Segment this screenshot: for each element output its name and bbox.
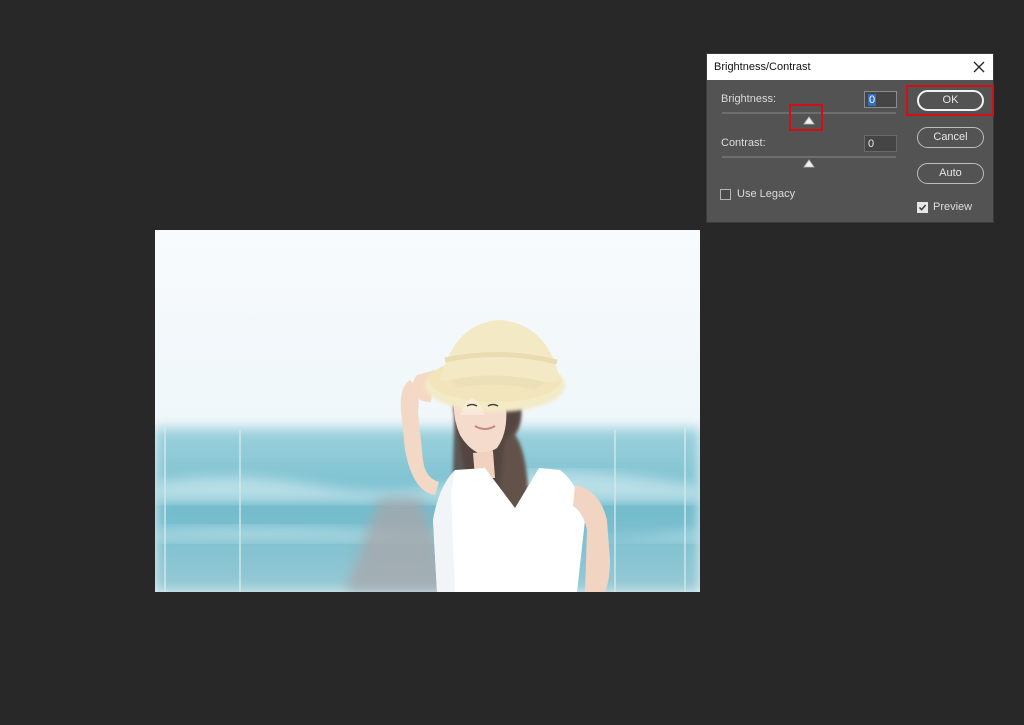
brightness-input[interactable]: 0	[864, 91, 897, 108]
ok-button[interactable]: OK	[917, 90, 984, 111]
brightness-contrast-dialog: Brightness/Contrast Brightness: 0 Contra…	[706, 53, 994, 223]
preview-label: Preview	[933, 201, 973, 213]
use-legacy-label: Use Legacy	[737, 188, 796, 200]
use-legacy-checkbox[interactable]	[720, 189, 731, 200]
photo-image	[155, 230, 700, 592]
contrast-slider-thumb[interactable]	[803, 159, 815, 168]
checkmark-icon	[918, 204, 927, 211]
dialog-title: Brightness/Contrast	[714, 61, 811, 73]
dialog-titlebar[interactable]: Brightness/Contrast	[707, 54, 993, 80]
close-icon[interactable]	[969, 57, 989, 77]
auto-button[interactable]: Auto	[917, 163, 984, 184]
cancel-button[interactable]: Cancel	[917, 127, 984, 148]
brightness-slider-track[interactable]	[722, 112, 896, 114]
preview-checkbox[interactable]	[917, 202, 928, 213]
contrast-input[interactable]: 0	[864, 135, 897, 152]
document-photo[interactable]	[155, 230, 700, 592]
contrast-label: Contrast:	[721, 137, 766, 149]
brightness-slider-thumb[interactable]	[803, 116, 815, 125]
brightness-label: Brightness:	[721, 93, 777, 105]
contrast-slider-track[interactable]	[722, 156, 896, 158]
